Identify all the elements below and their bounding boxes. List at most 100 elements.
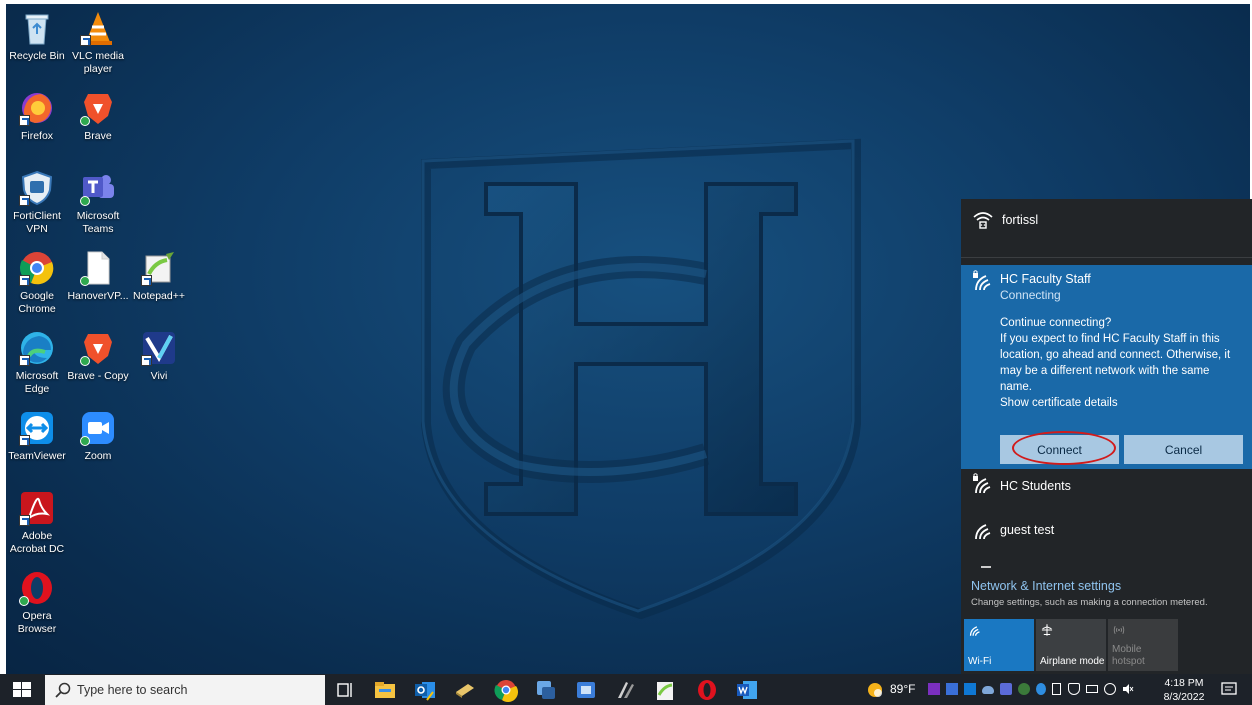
bluetooth-icon[interactable]	[1036, 683, 1046, 695]
onedrive-icon[interactable]	[982, 686, 994, 694]
wifi-secured-icon	[973, 212, 993, 229]
desktop-icon-vlc[interactable]: VLC media player	[67, 10, 129, 76]
hotspot-icon	[1113, 625, 1125, 635]
icon-label: Recycle Bin	[9, 50, 65, 62]
desktop-icon-brave[interactable]: Brave	[67, 90, 129, 143]
weather-temperature[interactable]: 89°F	[890, 682, 915, 696]
wifi-icon	[975, 524, 991, 540]
snipping-icon[interactable]	[614, 678, 638, 702]
vivi-icon	[141, 330, 177, 366]
wifi-flyout: fortissl HC Faculty Staff Connecting Con…	[961, 199, 1252, 674]
defender-icon[interactable]	[1068, 683, 1080, 695]
brave-icon	[80, 330, 116, 366]
edge-icon	[19, 330, 55, 366]
show-certificate-link[interactable]: Show certificate details	[1000, 395, 1236, 411]
desktop-icon-acrobat[interactable]: Adobe Acrobat DC	[6, 490, 68, 556]
sync-status-icon	[80, 276, 90, 286]
sync-status-icon	[80, 196, 90, 206]
icon-label: Brave	[84, 130, 112, 142]
taskbar-clock[interactable]: 4:18 PM 8/3/2022	[1162, 676, 1206, 704]
network-settings-link[interactable]: Network & Internet settings	[971, 579, 1121, 593]
desktop-icon-teams[interactable]: Microsoft Teams	[67, 170, 129, 236]
taskbar-search-box[interactable]: Type here to search	[45, 675, 325, 705]
document-icon	[80, 250, 116, 286]
icon-label: VLC media player	[72, 50, 124, 75]
desktop-icon-vivi[interactable]: Vivi	[128, 330, 190, 383]
notepad-plus-icon[interactable]	[654, 678, 678, 702]
weather-icon[interactable]	[866, 681, 884, 699]
shortcut-arrow-icon	[19, 195, 30, 206]
desktop-icon-chrome[interactable]: Google Chrome	[6, 250, 68, 316]
chrome-icon[interactable]	[494, 678, 518, 702]
forticlient-icon	[19, 170, 55, 206]
network-name: HC Students	[1000, 479, 1071, 493]
icon-label: Firefox	[20, 130, 54, 142]
wifi-secured-icon	[973, 473, 991, 494]
sticky-app-icon[interactable]	[453, 678, 477, 702]
word-icon[interactable]	[735, 678, 759, 702]
desktop-icon-brave-copy[interactable]: Brave - Copy	[67, 330, 129, 383]
desktop-icon-firefox[interactable]: Firefox	[6, 90, 68, 143]
icon-label: Zoom	[84, 450, 112, 462]
wifi-secured-icon	[973, 270, 991, 291]
chrome-icon	[19, 250, 55, 286]
desktop-icon-zoom[interactable]: Zoom	[67, 410, 129, 463]
search-icon	[55, 682, 71, 698]
sync-status-icon	[80, 356, 90, 366]
network-name: fortissl	[1002, 213, 1039, 227]
network-item-fortissl[interactable]: fortissl	[961, 199, 1252, 259]
airplane-icon	[1041, 624, 1053, 636]
search-placeholder: Type here to search	[77, 683, 188, 697]
tile-label: Wi-Fi	[968, 656, 992, 667]
wifi-toggle-tile[interactable]: Wi-Fi	[964, 619, 1034, 671]
windows-start-icon[interactable]	[10, 680, 34, 700]
network-item-guest-test[interactable]: guest test	[961, 515, 1252, 559]
teams-icon	[80, 170, 116, 206]
notification-center-icon[interactable]	[1221, 681, 1237, 697]
mobile-hotspot-tile[interactable]: Mobile hotspot	[1108, 619, 1178, 671]
teams-tray-icon[interactable]	[1000, 683, 1012, 695]
desktop-icon-forticlient[interactable]: FortiClient VPN	[6, 170, 68, 236]
network-item-hc-students[interactable]: HC Students	[961, 471, 1252, 515]
wallpaper-crest	[421, 138, 861, 620]
volume-muted-icon[interactable]	[1122, 683, 1134, 695]
cancel-button[interactable]: Cancel	[1124, 435, 1243, 464]
icon-label: Vivi	[150, 370, 168, 382]
desktop-icon-teamviewer[interactable]: TeamViewer	[6, 410, 68, 463]
sync-status-icon	[19, 596, 29, 606]
vpn-app-icon[interactable]	[534, 678, 558, 702]
outlook-tray-icon[interactable]	[964, 683, 976, 695]
connect-prompt: Continue connecting? If you expect to fi…	[1000, 315, 1236, 411]
outlook-icon[interactable]	[413, 678, 437, 702]
prompt-title: Continue connecting?	[1000, 317, 1112, 329]
acrobat-icon	[19, 490, 55, 526]
icon-label: Brave - Copy	[67, 370, 129, 382]
desktop-icon-opera[interactable]: Opera Browser	[6, 570, 68, 636]
tray-app-icon[interactable]	[946, 683, 958, 695]
network-globe-icon[interactable]	[1104, 683, 1116, 695]
desktop-icon-notepad-plus[interactable]: Notepad++	[128, 250, 190, 303]
opera-icon	[19, 570, 55, 606]
desktop-icon-hanovervp[interactable]: HanoverVP...	[67, 250, 129, 303]
desktop-icon-recycle-bin[interactable]: Recycle Bin	[6, 10, 68, 63]
shortcut-arrow-icon	[141, 275, 152, 286]
task-view-icon[interactable]	[333, 678, 357, 702]
battery-icon[interactable]	[1086, 685, 1098, 693]
icon-label: TeamViewer	[8, 450, 66, 462]
opera-icon[interactable]	[695, 678, 719, 702]
icon-label: Microsoft Teams	[76, 210, 120, 235]
icon-label: Google Chrome	[18, 290, 56, 315]
file-explorer-icon[interactable]	[373, 678, 397, 702]
airplane-mode-tile[interactable]: Airplane mode	[1036, 619, 1106, 671]
icon-label: FortiClient VPN	[13, 210, 61, 235]
app-icon[interactable]	[574, 678, 598, 702]
prompt-body: If you expect to find HC Faculty Staff i…	[1000, 333, 1231, 393]
shortcut-arrow-icon	[19, 275, 30, 286]
clock-time: 4:18 PM	[1164, 677, 1204, 689]
usb-drive-icon[interactable]	[1052, 683, 1061, 695]
security-tray-icon[interactable]	[1018, 683, 1030, 695]
onenote-tray-icon[interactable]	[928, 683, 940, 695]
vlc-icon	[80, 10, 116, 46]
desktop-icon-edge[interactable]: Microsoft Edge	[6, 330, 68, 396]
network-name: guest test	[1000, 523, 1055, 537]
